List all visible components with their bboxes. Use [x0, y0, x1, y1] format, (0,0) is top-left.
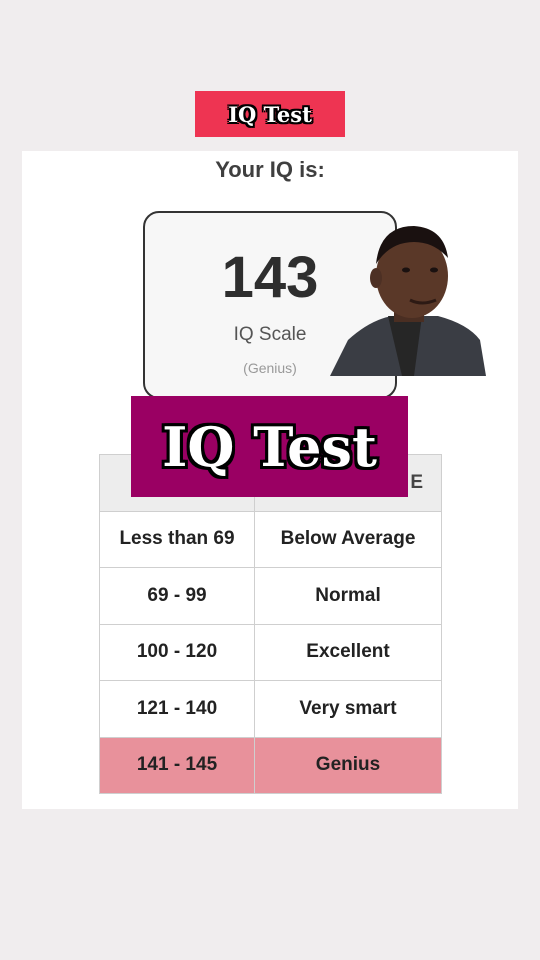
table-row: 100 - 120 Excellent — [99, 623, 442, 681]
result-heading: Your IQ is: — [215, 157, 325, 182]
table-row: 69 - 99 Normal — [99, 567, 442, 625]
table-row-highlighted: 141 - 145 Genius — [99, 736, 442, 794]
table-cell-label: Genius — [254, 736, 442, 794]
overlay-title-label: IQ Test — [162, 414, 377, 479]
table-row: Less than 69 Below Average — [99, 510, 442, 568]
overlay-title-banner: IQ Test — [131, 396, 408, 497]
table-cell-range: Less than 69 — [99, 510, 255, 568]
table-cell-range: 121 - 140 — [99, 680, 255, 738]
iq-range-table: E Less than 69 Below Average 69 - 99 Nor… — [99, 454, 442, 794]
table-cell-range: 69 - 99 — [99, 567, 255, 625]
table-cell-range: 141 - 145 — [99, 736, 255, 794]
table-cell-label: Excellent — [254, 623, 442, 681]
table-cell-range: 100 - 120 — [99, 623, 255, 681]
table-cell-label: Normal — [254, 567, 442, 625]
table-cell-label: Very smart — [254, 680, 442, 738]
top-title-label: IQ Test — [228, 101, 312, 127]
reaction-person-image — [330, 226, 486, 376]
table-row: 121 - 140 Very smart — [99, 680, 442, 738]
table-cell-label: Below Average — [254, 510, 442, 568]
top-title-badge: IQ Test — [195, 91, 345, 137]
